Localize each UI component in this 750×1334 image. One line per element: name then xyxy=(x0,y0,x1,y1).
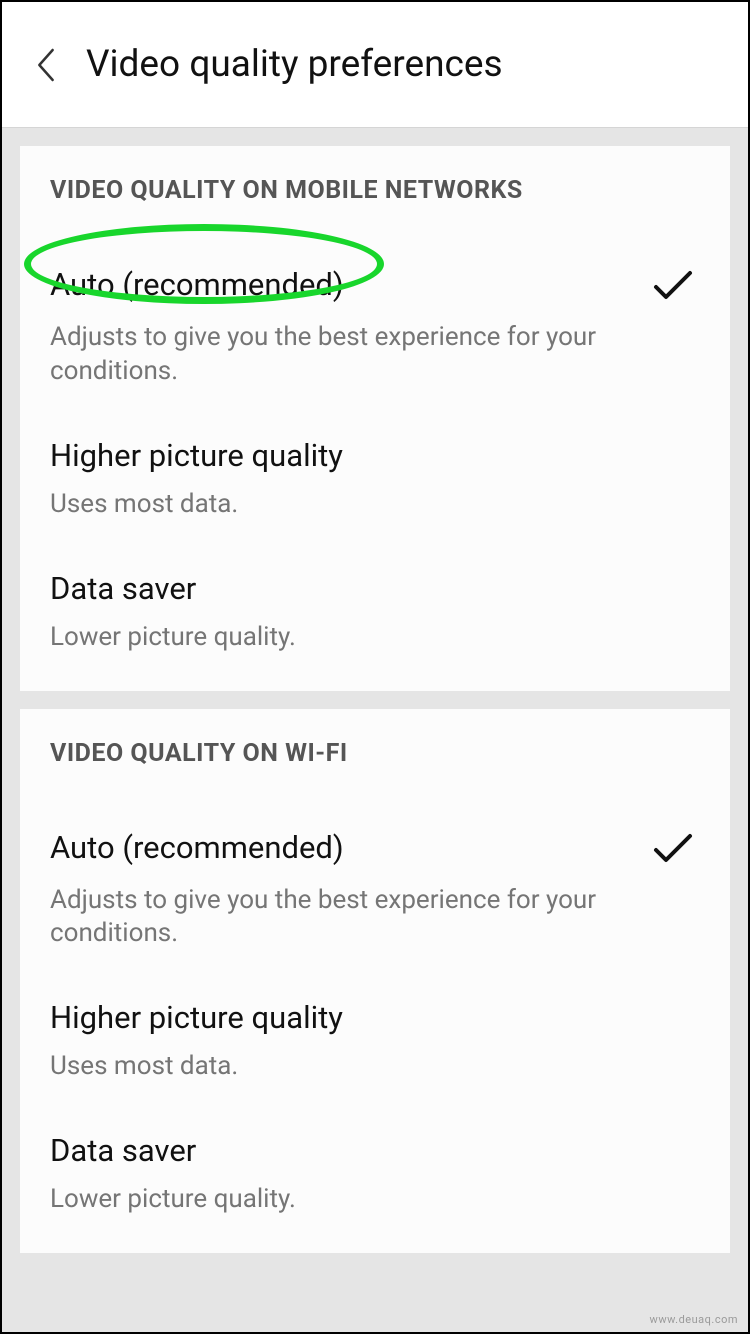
option-desc: Uses most data. xyxy=(50,1036,650,1084)
option-title: Data saver xyxy=(50,570,196,607)
check-icon xyxy=(650,826,694,870)
option-title: Data saver xyxy=(50,1132,196,1169)
option-title: Higher picture quality xyxy=(50,437,343,474)
option-desc: Adjusts to give you the best experience … xyxy=(50,307,650,389)
option-title: Auto (recommended) xyxy=(50,829,344,866)
section-header: VIDEO QUALITY ON WI-FI xyxy=(50,709,700,778)
section-wifi: VIDEO QUALITY ON WI-FI Auto (recommended… xyxy=(20,709,730,1254)
watermark: www.deuaq.com xyxy=(650,1313,738,1326)
check-icon xyxy=(650,263,694,307)
page-title: Video quality preferences xyxy=(86,43,503,86)
option-desc: Lower picture quality. xyxy=(50,1169,650,1217)
option-higher-wifi[interactable]: Higher picture quality Uses most data. xyxy=(50,951,700,1084)
header: Video quality preferences xyxy=(2,2,748,128)
section-mobile-networks: VIDEO QUALITY ON MOBILE NETWORKS Auto (r… xyxy=(20,146,730,691)
option-auto-wifi[interactable]: Auto (recommended) Adjusts to give you t… xyxy=(50,778,700,952)
option-title: Higher picture quality xyxy=(50,999,343,1036)
option-desc: Adjusts to give you the best experience … xyxy=(50,870,650,952)
option-title: Auto (recommended) xyxy=(50,266,344,303)
option-desc: Lower picture quality. xyxy=(50,607,650,655)
chevron-left-icon xyxy=(36,47,56,83)
option-higher-mobile[interactable]: Higher picture quality Uses most data. xyxy=(50,389,700,522)
option-datasaver-wifi[interactable]: Data saver Lower picture quality. xyxy=(50,1084,700,1217)
section-header: VIDEO QUALITY ON MOBILE NETWORKS xyxy=(50,146,700,215)
option-datasaver-mobile[interactable]: Data saver Lower picture quality. xyxy=(50,522,700,655)
option-auto-mobile[interactable]: Auto (recommended) Adjusts to give you t… xyxy=(50,215,700,389)
back-button[interactable] xyxy=(26,45,66,85)
option-desc: Uses most data. xyxy=(50,474,650,522)
